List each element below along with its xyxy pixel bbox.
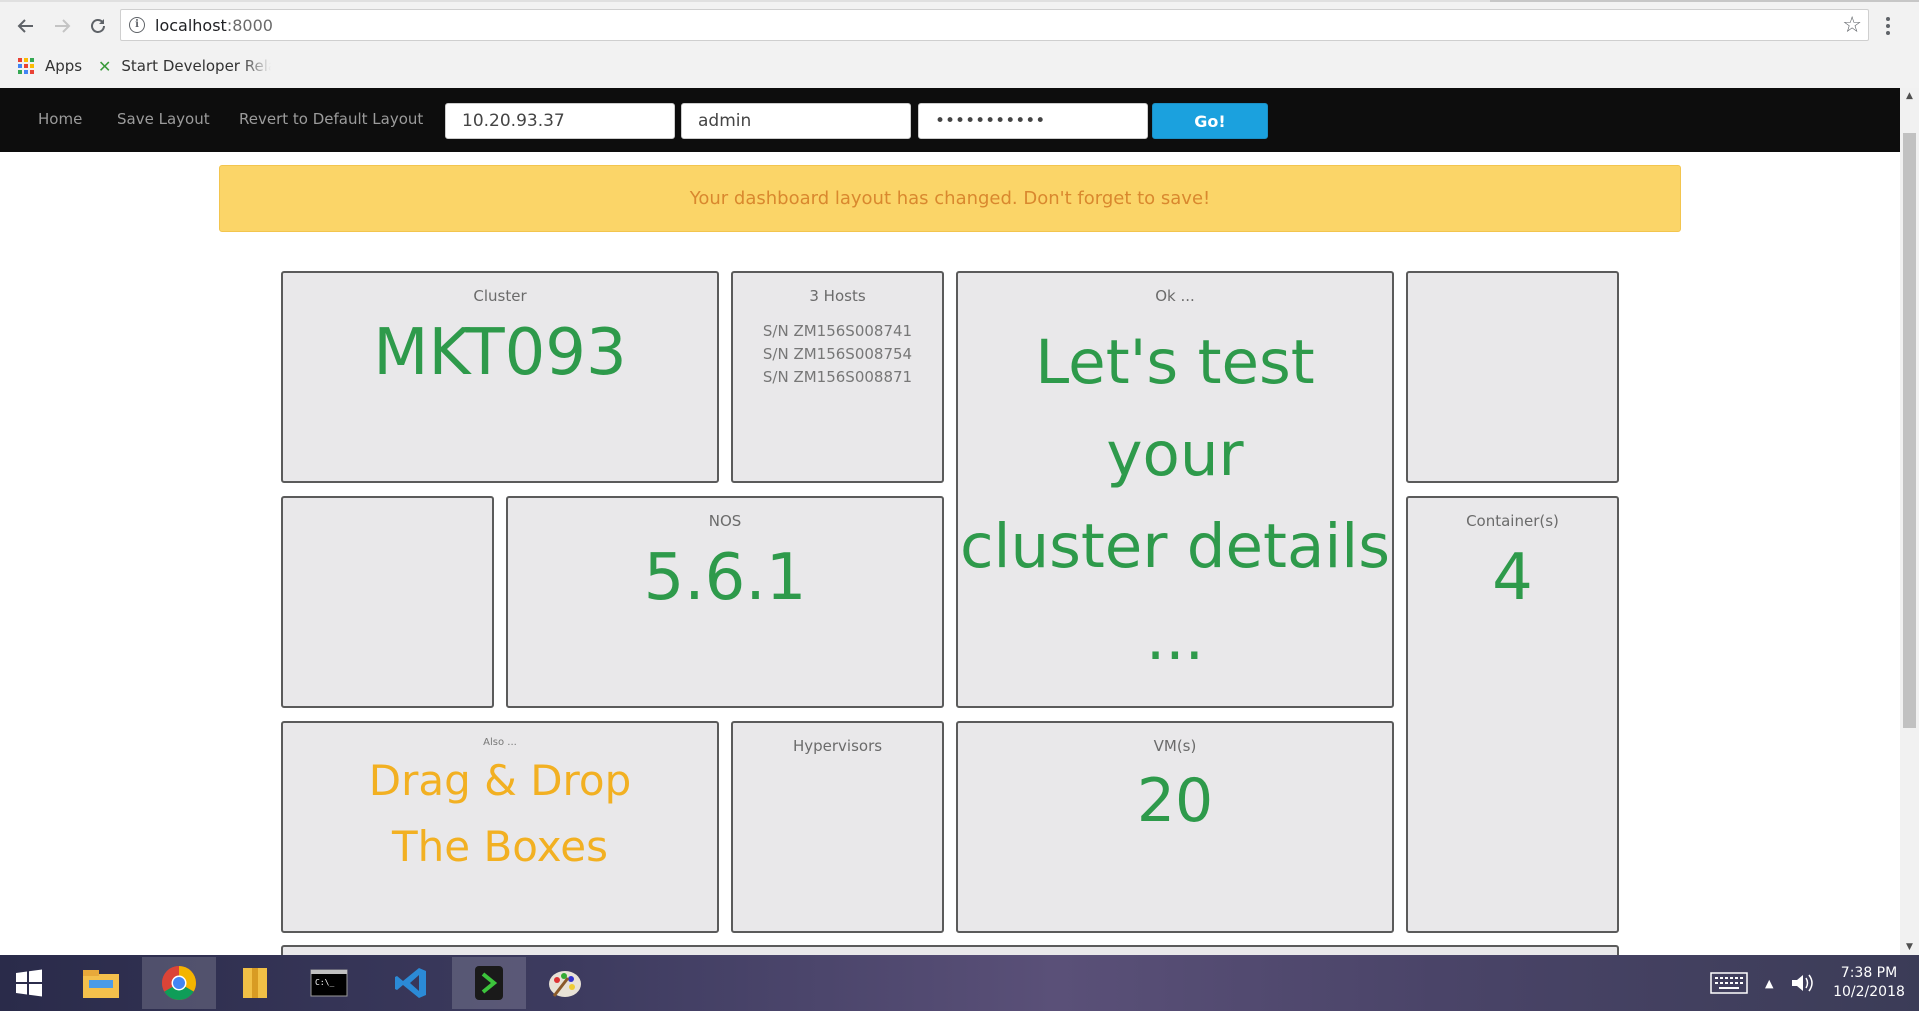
ok-tile-title: Ok ...	[1155, 287, 1195, 305]
nos-tile-title: NOS	[708, 512, 742, 530]
bookmark-star-icon[interactable]: ☆	[1842, 13, 1862, 38]
forward-arrow-icon	[55, 19, 71, 33]
system-clock[interactable]: 7:38 PM 10/2/2018	[1826, 964, 1912, 1002]
hypervisors-tile-title: Hypervisors	[792, 737, 883, 755]
empty-tile-top-right[interactable]	[1406, 271, 1619, 483]
touch-keyboard-icon	[1710, 972, 1748, 994]
scroll-down-arrow-icon[interactable]: ▼	[1900, 939, 1919, 955]
host-serial: S/N ZM156S008754	[762, 345, 913, 363]
paint-icon	[549, 971, 581, 997]
url-text: localhost:8000	[155, 16, 273, 35]
ok-tile[interactable]: Ok ... Let's test your cluster details .…	[956, 271, 1394, 708]
back-arrow-icon	[17, 19, 33, 33]
file-explorer-icon	[83, 970, 119, 998]
bookmark-developer-label: Start Developer Relat	[121, 57, 272, 75]
svg-text:C:\_: C:\_	[315, 978, 334, 987]
vscode-button[interactable]	[374, 957, 448, 1009]
bookmark-apps-label: Apps	[45, 57, 83, 75]
hosts-tile[interactable]: 3 Hosts S/N ZM156S008741 S/N ZM156S00875…	[731, 271, 944, 483]
address-bar[interactable]: i localhost:8000 ☆	[120, 9, 1869, 41]
app-navbar: Home Save Layout Revert to Default Layou…	[0, 88, 1900, 152]
bookmark-apps[interactable]: Apps	[18, 50, 82, 82]
cluster-tile-title: Cluster	[473, 287, 527, 305]
layout-changed-alert: Your dashboard layout has changed. Don't…	[219, 165, 1681, 232]
reload-icon	[91, 19, 105, 33]
containers-count-value: 4	[1492, 541, 1533, 615]
hypervisors-tile[interactable]: Hypervisors	[731, 721, 944, 933]
chrome-icon	[162, 966, 196, 1000]
start-button[interactable]	[0, 957, 58, 1009]
vms-count-value: 20	[1136, 766, 1214, 836]
also-tile-title: Also ...	[483, 737, 517, 748]
bookmarks-bar: Apps ✕ Start Developer Relat	[0, 50, 1919, 82]
host-serial: S/N ZM156S008871	[762, 368, 913, 386]
back-button[interactable]	[12, 12, 40, 40]
green-terminal-button[interactable]	[452, 957, 526, 1009]
paint-button[interactable]	[528, 957, 602, 1009]
scrollbar-thumb[interactable]	[1903, 133, 1916, 728]
archive-folder-button[interactable]	[218, 957, 292, 1009]
drag-drop-hint: Drag & Drop The Boxes	[283, 748, 717, 880]
volume-icon	[1792, 974, 1813, 992]
ok-message: Let's test your cluster details ...	[958, 317, 1392, 685]
browser-toolbar: i localhost:8000 ☆ Apps ✕ Start Develope…	[0, 0, 1919, 89]
volume-tray-button[interactable]	[1790, 955, 1814, 1011]
reload-button[interactable]	[84, 12, 112, 40]
command-prompt-icon: C:\_	[310, 969, 348, 997]
also-tile[interactable]: Also ... Drag & Drop The Boxes	[281, 721, 719, 933]
command-prompt-button[interactable]: C:\_	[292, 957, 366, 1009]
green-terminal-icon	[475, 966, 503, 1000]
scroll-up-arrow-icon[interactable]: ▲	[1900, 88, 1919, 104]
drag-drop-line: Drag & Drop	[368, 756, 632, 805]
ok-message-line: Let's test your	[1035, 327, 1315, 490]
nav-revert-layout-link[interactable]: Revert to Default Layout	[239, 110, 423, 128]
password-input[interactable]	[918, 103, 1148, 139]
nos-tile[interactable]: NOS 5.6.1	[506, 496, 944, 708]
windows-taskbar: C:\_ ▲ 7:38 PM 10/2/2018	[0, 955, 1919, 1011]
clock-date: 10/2/2018	[1833, 984, 1905, 1000]
containers-tile[interactable]: Container(s) 4	[1406, 496, 1619, 933]
host-serials-list: S/N ZM156S008741 S/N ZM156S008754 S/N ZM…	[733, 320, 942, 389]
empty-tile-left[interactable]	[281, 496, 494, 708]
chrome-taskbar-button[interactable]	[142, 957, 216, 1009]
info-icon[interactable]: i	[129, 17, 145, 33]
forward-button[interactable]	[48, 12, 76, 40]
username-input[interactable]	[681, 103, 911, 139]
file-explorer-button[interactable]	[64, 957, 138, 1009]
nos-version-value: 5.6.1	[643, 541, 807, 615]
tray-chevron-up-icon[interactable]: ▲	[1765, 955, 1773, 1011]
bookmark-developer-relations[interactable]: ✕ Start Developer Relat	[98, 50, 271, 82]
clock-time: 7:38 PM	[1840, 965, 1898, 981]
alert-message: Your dashboard layout has changed. Don't…	[689, 188, 1211, 209]
go-button[interactable]: Go!	[1152, 103, 1268, 139]
containers-tile-title: Container(s)	[1466, 512, 1559, 530]
nav-save-layout-link[interactable]: Save Layout	[117, 110, 210, 128]
vscode-icon	[395, 968, 426, 998]
x-logo-icon: ✕	[98, 56, 112, 76]
archive-folder-icon	[243, 968, 267, 998]
cluster-name-value: MKT093	[373, 316, 627, 390]
page-scrollbar[interactable]: ▲ ▼	[1900, 88, 1919, 955]
hosts-tile-title: 3 Hosts	[809, 287, 866, 305]
cluster-ip-input[interactable]	[445, 103, 675, 139]
nav-home-link[interactable]: Home	[38, 110, 82, 128]
vms-tile-title: VM(s)	[1153, 737, 1197, 755]
drag-drop-line: The Boxes	[392, 822, 608, 871]
keyboard-tray-button[interactable]	[1710, 955, 1748, 1011]
apps-grid-icon	[18, 58, 34, 74]
chrome-menu-icon[interactable]	[1878, 12, 1898, 40]
start-icon	[16, 969, 42, 997]
ok-message-line: ...	[1145, 603, 1205, 674]
ok-message-line: cluster details	[959, 511, 1391, 582]
vms-tile[interactable]: VM(s) 20	[956, 721, 1394, 933]
host-serial: S/N ZM156S008741	[762, 322, 913, 340]
tab-strip	[0, 0, 1919, 2]
cluster-tile[interactable]: Cluster MKT093	[281, 271, 719, 483]
